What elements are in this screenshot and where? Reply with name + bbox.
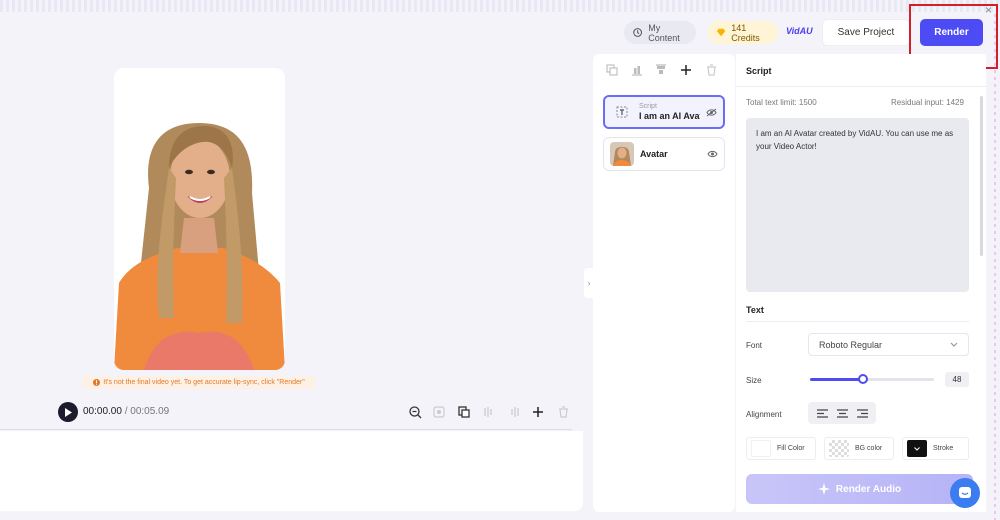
alignment-label: Alignment (746, 410, 782, 419)
font-select[interactable]: Roboto Regular (808, 333, 969, 356)
fit-icon[interactable] (432, 404, 446, 420)
duration: 00:05.09 (130, 406, 170, 417)
section-divider (746, 321, 969, 322)
transparent-swatch (829, 440, 849, 457)
align-center-icon[interactable] (836, 408, 848, 418)
chevron-down-icon (914, 446, 920, 451)
size-value[interactable]: 48 (945, 372, 969, 387)
lip-sync-notice: It's not the final video yet. To get acc… (82, 376, 316, 389)
play-icon (65, 407, 72, 417)
split-left-icon[interactable] (482, 404, 496, 420)
vidau-logo: VidAU (786, 26, 813, 36)
layer-type: Script (639, 103, 657, 110)
close-icon[interactable]: × (985, 3, 992, 17)
time-separator: / (124, 406, 128, 417)
gem-icon (717, 28, 726, 37)
split-right-icon[interactable] (507, 404, 521, 420)
right-edge-decoration (994, 14, 996, 520)
stroke-label: Stroke (933, 445, 954, 452)
fill-color-label: Fill Color (777, 445, 805, 452)
delete-icon[interactable] (556, 404, 570, 420)
my-content-button[interactable]: My Content (624, 21, 696, 44)
clock-icon (633, 28, 642, 37)
credits-badge[interactable]: 141 Credits (708, 21, 778, 44)
align-bottom-icon[interactable] (630, 63, 644, 77)
alignment-group (808, 402, 876, 424)
eye-off-icon[interactable] (706, 108, 717, 117)
size-slider-fill (810, 378, 863, 381)
eye-icon[interactable] (707, 150, 718, 158)
chevron-right-icon: › (587, 278, 591, 288)
add-layer-icon[interactable] (679, 63, 693, 77)
current-time: 00:00.00 (83, 406, 122, 417)
my-content-label: My Content (648, 22, 680, 43)
credits-label: 141 Credits (731, 22, 760, 43)
text-icon (611, 101, 633, 123)
timeline-divider (0, 429, 572, 430)
align-right-icon[interactable] (856, 408, 868, 418)
total-text-limit: Total text limit: 1500 (746, 98, 817, 107)
layer-title: Avatar (640, 148, 668, 159)
size-slider-handle[interactable] (858, 374, 868, 384)
bg-color-button[interactable]: BG color (824, 437, 894, 460)
bg-color-label: BG color (855, 445, 883, 452)
timeline-area[interactable] (0, 431, 583, 511)
script-section-title: Script (746, 66, 772, 76)
save-project-button[interactable]: Save Project (822, 19, 910, 46)
align-top-icon[interactable] (654, 63, 668, 77)
play-button[interactable] (58, 402, 78, 422)
script-textarea[interactable]: I am an AI Avatar created by VidAU. You … (746, 118, 969, 292)
align-left-icon[interactable] (816, 408, 828, 418)
zoom-out-icon[interactable] (408, 404, 422, 420)
top-decorative-stripe (0, 0, 1000, 12)
layer-item-avatar[interactable]: Avatar (603, 137, 725, 171)
render-audio-button[interactable]: Render Audio (746, 474, 973, 504)
layer-title: I am an AI Avata... (639, 111, 700, 121)
text-section-title: Text (746, 305, 764, 315)
stroke-button[interactable]: Stroke (902, 437, 969, 460)
panel-divider (736, 86, 986, 87)
layer-item-script[interactable]: Script I am an AI Avata... (603, 95, 725, 129)
notice-text: It's not the final video yet. To get acc… (103, 379, 305, 386)
video-preview[interactable] (114, 68, 285, 370)
copy-layer-icon[interactable] (605, 63, 619, 77)
panel-scrollbar[interactable] (980, 96, 983, 256)
delete-layer-icon[interactable] (704, 63, 718, 77)
collapse-panel-button[interactable]: › (584, 268, 594, 298)
playback-time: 00:00.00 / 00:05.09 (83, 406, 169, 417)
stroke-swatch (907, 440, 927, 457)
residual-input: Residual input: 1429 (891, 98, 964, 107)
font-label: Font (746, 341, 763, 350)
chevron-down-icon (950, 342, 958, 347)
font-value: Roboto Regular (819, 339, 883, 350)
avatar-thumbnail (610, 142, 634, 166)
render-audio-label: Render Audio (835, 483, 902, 495)
fill-color-button[interactable]: Fill Color (746, 437, 816, 460)
size-label: Size (746, 376, 762, 385)
add-icon[interactable] (531, 404, 545, 420)
duplicate-icon[interactable] (457, 404, 471, 420)
info-icon (93, 379, 101, 386)
avatar-image (114, 68, 285, 370)
sparkle-icon (817, 483, 830, 495)
fill-color-swatch (751, 440, 771, 457)
chat-support-button[interactable] (950, 478, 980, 508)
chat-icon (959, 487, 971, 498)
